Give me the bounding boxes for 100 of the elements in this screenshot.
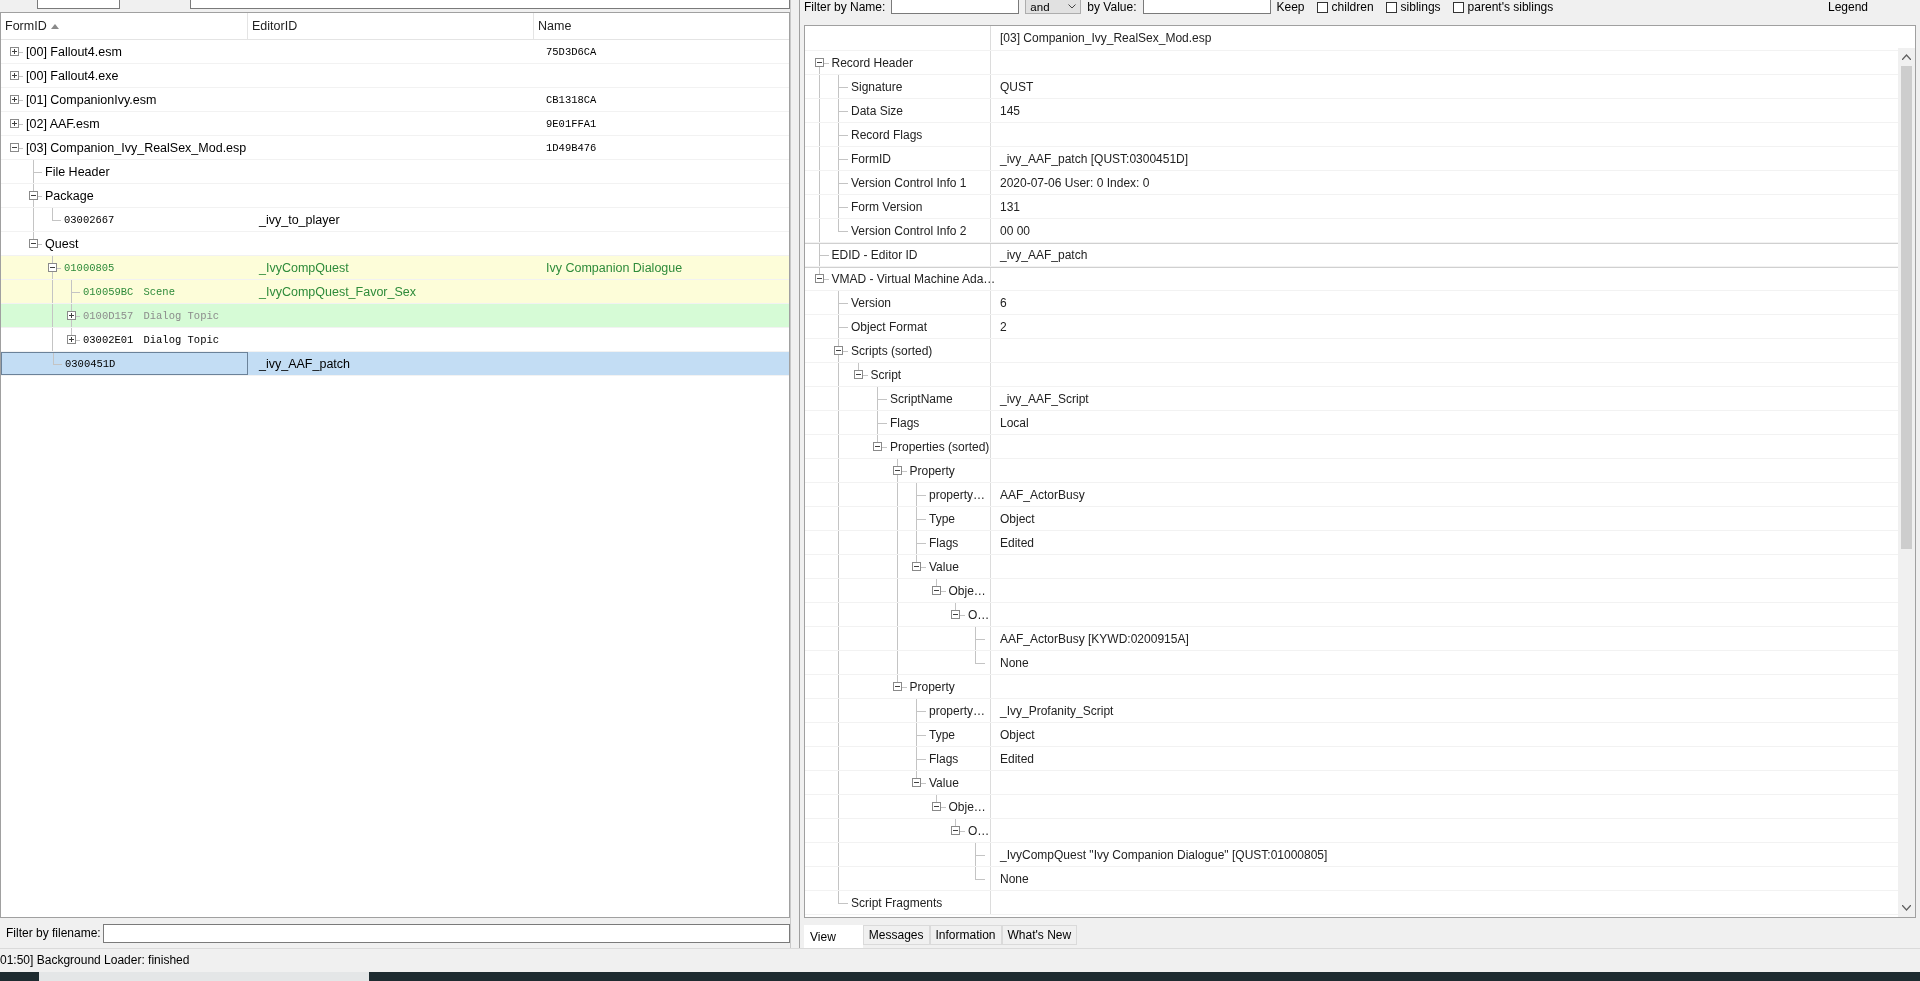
field-value: 145: [1000, 103, 1021, 118]
minus-box-icon[interactable]: [814, 274, 824, 283]
field-label: VMAD - Virtual Machine Ada…: [831, 272, 996, 286]
minus-box-icon[interactable]: [931, 801, 941, 811]
field-label: Type: [929, 727, 955, 742]
operator-dropdown[interactable]: and: [1025, 0, 1082, 14]
minus-box-icon[interactable]: [912, 777, 922, 787]
field-label: Version Control Info 1: [851, 175, 967, 190]
field-label: Type: [929, 511, 955, 526]
status-text: 01:50] Background Loader: finished: [0, 952, 190, 967]
field-value: _ivy_AAF_Script: [1000, 391, 1089, 406]
tab[interactable]: What's New: [1001, 925, 1078, 945]
group-name: File Header: [45, 164, 110, 179]
field-value: _ivy_AAF_patch [QUST:0300451D]: [1000, 151, 1189, 166]
tree-row[interactable]: 0300451D _ivy_AAF_patch: [1, 352, 789, 376]
field-label: property…: [929, 487, 986, 502]
tab[interactable]: Messages: [862, 925, 930, 945]
minus-box-icon[interactable]: [834, 345, 844, 355]
field-value: Object: [1000, 511, 1035, 526]
field-value: 6: [1000, 295, 1007, 310]
filter-label: by Value:: [1087, 0, 1137, 14]
field-label: Version: [851, 295, 892, 310]
name-filter-field[interactable]: [891, 0, 1020, 14]
field-value: Object: [1000, 727, 1035, 742]
field-label: EDID - Editor ID: [831, 248, 918, 262]
field-value: 2020-07-06 User: 0 Index: 0: [1000, 175, 1150, 190]
minus-box-icon[interactable]: [951, 825, 961, 835]
minus-box-icon[interactable]: [9, 142, 19, 152]
record-name: Ivy Companion Dialogue: [546, 260, 683, 275]
editor-id: _IvyCompQuest: [259, 260, 349, 275]
minus-box-icon[interactable]: [47, 262, 57, 272]
tree-row[interactable]: Package: [1, 184, 789, 208]
tree-row[interactable]: File Header: [1, 160, 789, 184]
tree-row[interactable]: [00] Fallout4.esm 75D3D6CA: [1, 40, 789, 64]
plugin-file-name: [01] CompanionIvy.esm: [26, 92, 157, 107]
checkbox[interactable]: siblings: [1385, 0, 1441, 14]
field-label: Flags: [890, 415, 920, 430]
record-type: Scene: [143, 285, 175, 298]
form-id: 01000805: [64, 261, 115, 274]
scroll-down-icon[interactable]: [1902, 905, 1911, 911]
field-value: QUST: [1000, 79, 1034, 94]
plugin-file-name: [03] Companion_Ivy_RealSex_Mod.esp: [26, 140, 247, 155]
field-label: Version Control Info 2: [851, 223, 967, 238]
field-label: Property: [909, 463, 955, 478]
legend-link[interactable]: Legend: [1827, 0, 1868, 14]
field-value: 00 00: [1000, 223, 1031, 238]
field-label: Script Fragments: [851, 895, 943, 910]
plus-box-icon[interactable]: [9, 118, 19, 128]
tree-row[interactable]: 03002667 _ivy_to_player: [1, 208, 789, 232]
filename-filter-field[interactable]: [102, 923, 790, 943]
field-label: Object Format: [851, 319, 928, 334]
field-value: Edited: [1000, 751, 1035, 766]
minus-box-icon[interactable]: [892, 465, 902, 475]
checkbox[interactable]: children: [1316, 0, 1374, 14]
minus-box-icon[interactable]: [814, 57, 824, 67]
field-label: ScriptName: [890, 391, 953, 406]
plus-box-icon[interactable]: [9, 70, 19, 80]
minus-box-icon[interactable]: [28, 190, 38, 200]
record-name: 1D49B476: [546, 141, 597, 154]
minus-box-icon[interactable]: [931, 585, 941, 595]
record-name: 9E01FFA1: [546, 117, 597, 130]
toolbar-field[interactable]: [190, 0, 790, 9]
field-value: 131: [1000, 199, 1021, 214]
tree-row[interactable]: 01000805 _IvyCompQuest Ivy Companion Dialogue: [1, 256, 789, 280]
form-id: 0100D157: [83, 309, 134, 322]
field-value: _IvyCompQuest "Ivy Companion Dialogue" [QUST:01000805]: [1000, 847, 1328, 862]
tree-row[interactable]: [01] CompanionIvy.esm CB1318CA: [1, 88, 789, 112]
minus-box-icon[interactable]: [873, 441, 883, 451]
field-label: Form Version: [851, 199, 923, 214]
minus-box-icon[interactable]: [853, 369, 863, 379]
column-header[interactable]: FormID: [5, 19, 47, 33]
minus-box-icon[interactable]: [28, 238, 38, 248]
tab[interactable]: View: [804, 925, 863, 948]
field-label: Obje…: [948, 799, 986, 814]
caret-icon: [1068, 4, 1077, 9]
record-name: CB1318CA: [546, 93, 597, 106]
field-value: None: [1000, 655, 1029, 670]
minus-box-icon[interactable]: [892, 681, 902, 691]
checkbox[interactable]: parent's siblings: [1452, 0, 1554, 14]
plus-box-icon[interactable]: [66, 310, 76, 320]
scroll-up-icon[interactable]: [1902, 54, 1911, 60]
column-header[interactable]: EditorID: [252, 19, 298, 33]
field-value: AAF_ActorBusy [KYWD:0200915A]: [1000, 631, 1189, 646]
toolbar-field[interactable]: [37, 0, 120, 9]
value-filter-field[interactable]: [1142, 0, 1271, 14]
group-name: Quest: [45, 236, 79, 251]
record-type: Dialog Topic: [143, 309, 220, 322]
scrollbar[interactable]: [1898, 48, 1915, 917]
minus-box-icon[interactable]: [912, 561, 922, 571]
plus-box-icon[interactable]: [9, 46, 19, 56]
plus-box-icon[interactable]: [9, 94, 19, 104]
tree-row[interactable]: [00] Fallout4.exe: [1, 64, 789, 88]
tree-row[interactable]: [03] Companion_Ivy_RealSex_Mod.esp 1D49B476: [1, 136, 789, 160]
minus-box-icon[interactable]: [951, 609, 961, 619]
tab[interactable]: Information: [929, 925, 1002, 945]
tree-row[interactable]: 010059BC Scene _IvyCompQuest_Favor_Sex: [1, 280, 789, 304]
plus-box-icon[interactable]: [66, 334, 76, 344]
column-header[interactable]: Name: [538, 19, 572, 33]
tree-row[interactable]: [02] AAF.esm 9E01FFA1: [1, 112, 789, 136]
file-name: [03] Companion_Ivy_RealSex_Mod.esp: [1000, 31, 1212, 45]
